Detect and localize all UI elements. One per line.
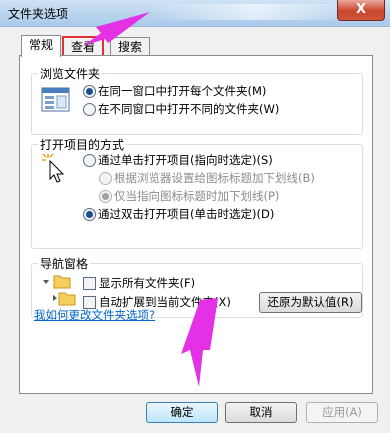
tab-general[interactable]: 常规 [21, 35, 62, 57]
click-cursor-icon [42, 153, 65, 183]
apply-button[interactable]: 应用(A) [306, 402, 378, 423]
option-double-click: 通过双击打开项目(单击时选定)(D) [98, 207, 275, 221]
cancel-button[interactable]: 取消 [225, 402, 297, 423]
window-title: 文件夹选项 [8, 7, 69, 21]
tab-general-label: 常规 [29, 38, 54, 52]
tab-search-label: 搜索 [118, 40, 143, 54]
tab-panel-general: 浏览文件夹 在同一窗口中打开每个文件夹(M) 在不同窗口中打开不同的文件夹(W)… [19, 55, 373, 394]
checkbox-show-all-folders[interactable] [83, 277, 96, 290]
option-different-window: 在不同窗口中打开不同的文件夹(W) [98, 102, 280, 116]
open-items-title: 打开项目的方式 [38, 136, 127, 153]
title-bar: 文件夹选项 X [0, 0, 390, 27]
help-link[interactable]: 我如何更改文件夹选项? [34, 307, 155, 323]
radio-different-window[interactable] [83, 103, 96, 116]
option-underline-hover: 仅当指向图标标题时加下划线(P) [114, 189, 280, 203]
radio-underline-hover[interactable] [99, 190, 112, 203]
radio-double-click[interactable] [83, 208, 96, 221]
window-layout-icon [41, 87, 70, 112]
ok-button[interactable]: 确定 [146, 402, 218, 423]
title-bar-glare [150, 4, 360, 20]
folder-tree-icon [43, 275, 76, 306]
close-button[interactable]: X [337, 0, 385, 21]
radio-underline-browser[interactable] [99, 172, 112, 185]
option-show-all-folders: 显示所有文件夹(F) [99, 276, 196, 290]
radio-single-click[interactable] [83, 154, 96, 167]
tab-view-label: 查看 [71, 40, 96, 54]
restore-defaults-button[interactable]: 还原为默认值(R) [259, 292, 362, 313]
browse-folders-title: 浏览文件夹 [38, 65, 103, 82]
nav-pane-title: 导航窗格 [38, 255, 91, 272]
option-single-click: 通过单击打开项目(指向时选定)(S) [98, 153, 273, 167]
tab-search[interactable]: 搜索 [110, 37, 151, 56]
option-same-window: 在同一窗口中打开每个文件夹(M) [98, 84, 267, 98]
option-underline-browser: 根据浏览器设置给图标标题加下划线(B) [114, 171, 315, 185]
radio-same-window[interactable] [83, 85, 96, 98]
tab-view[interactable]: 查看 [61, 36, 105, 57]
